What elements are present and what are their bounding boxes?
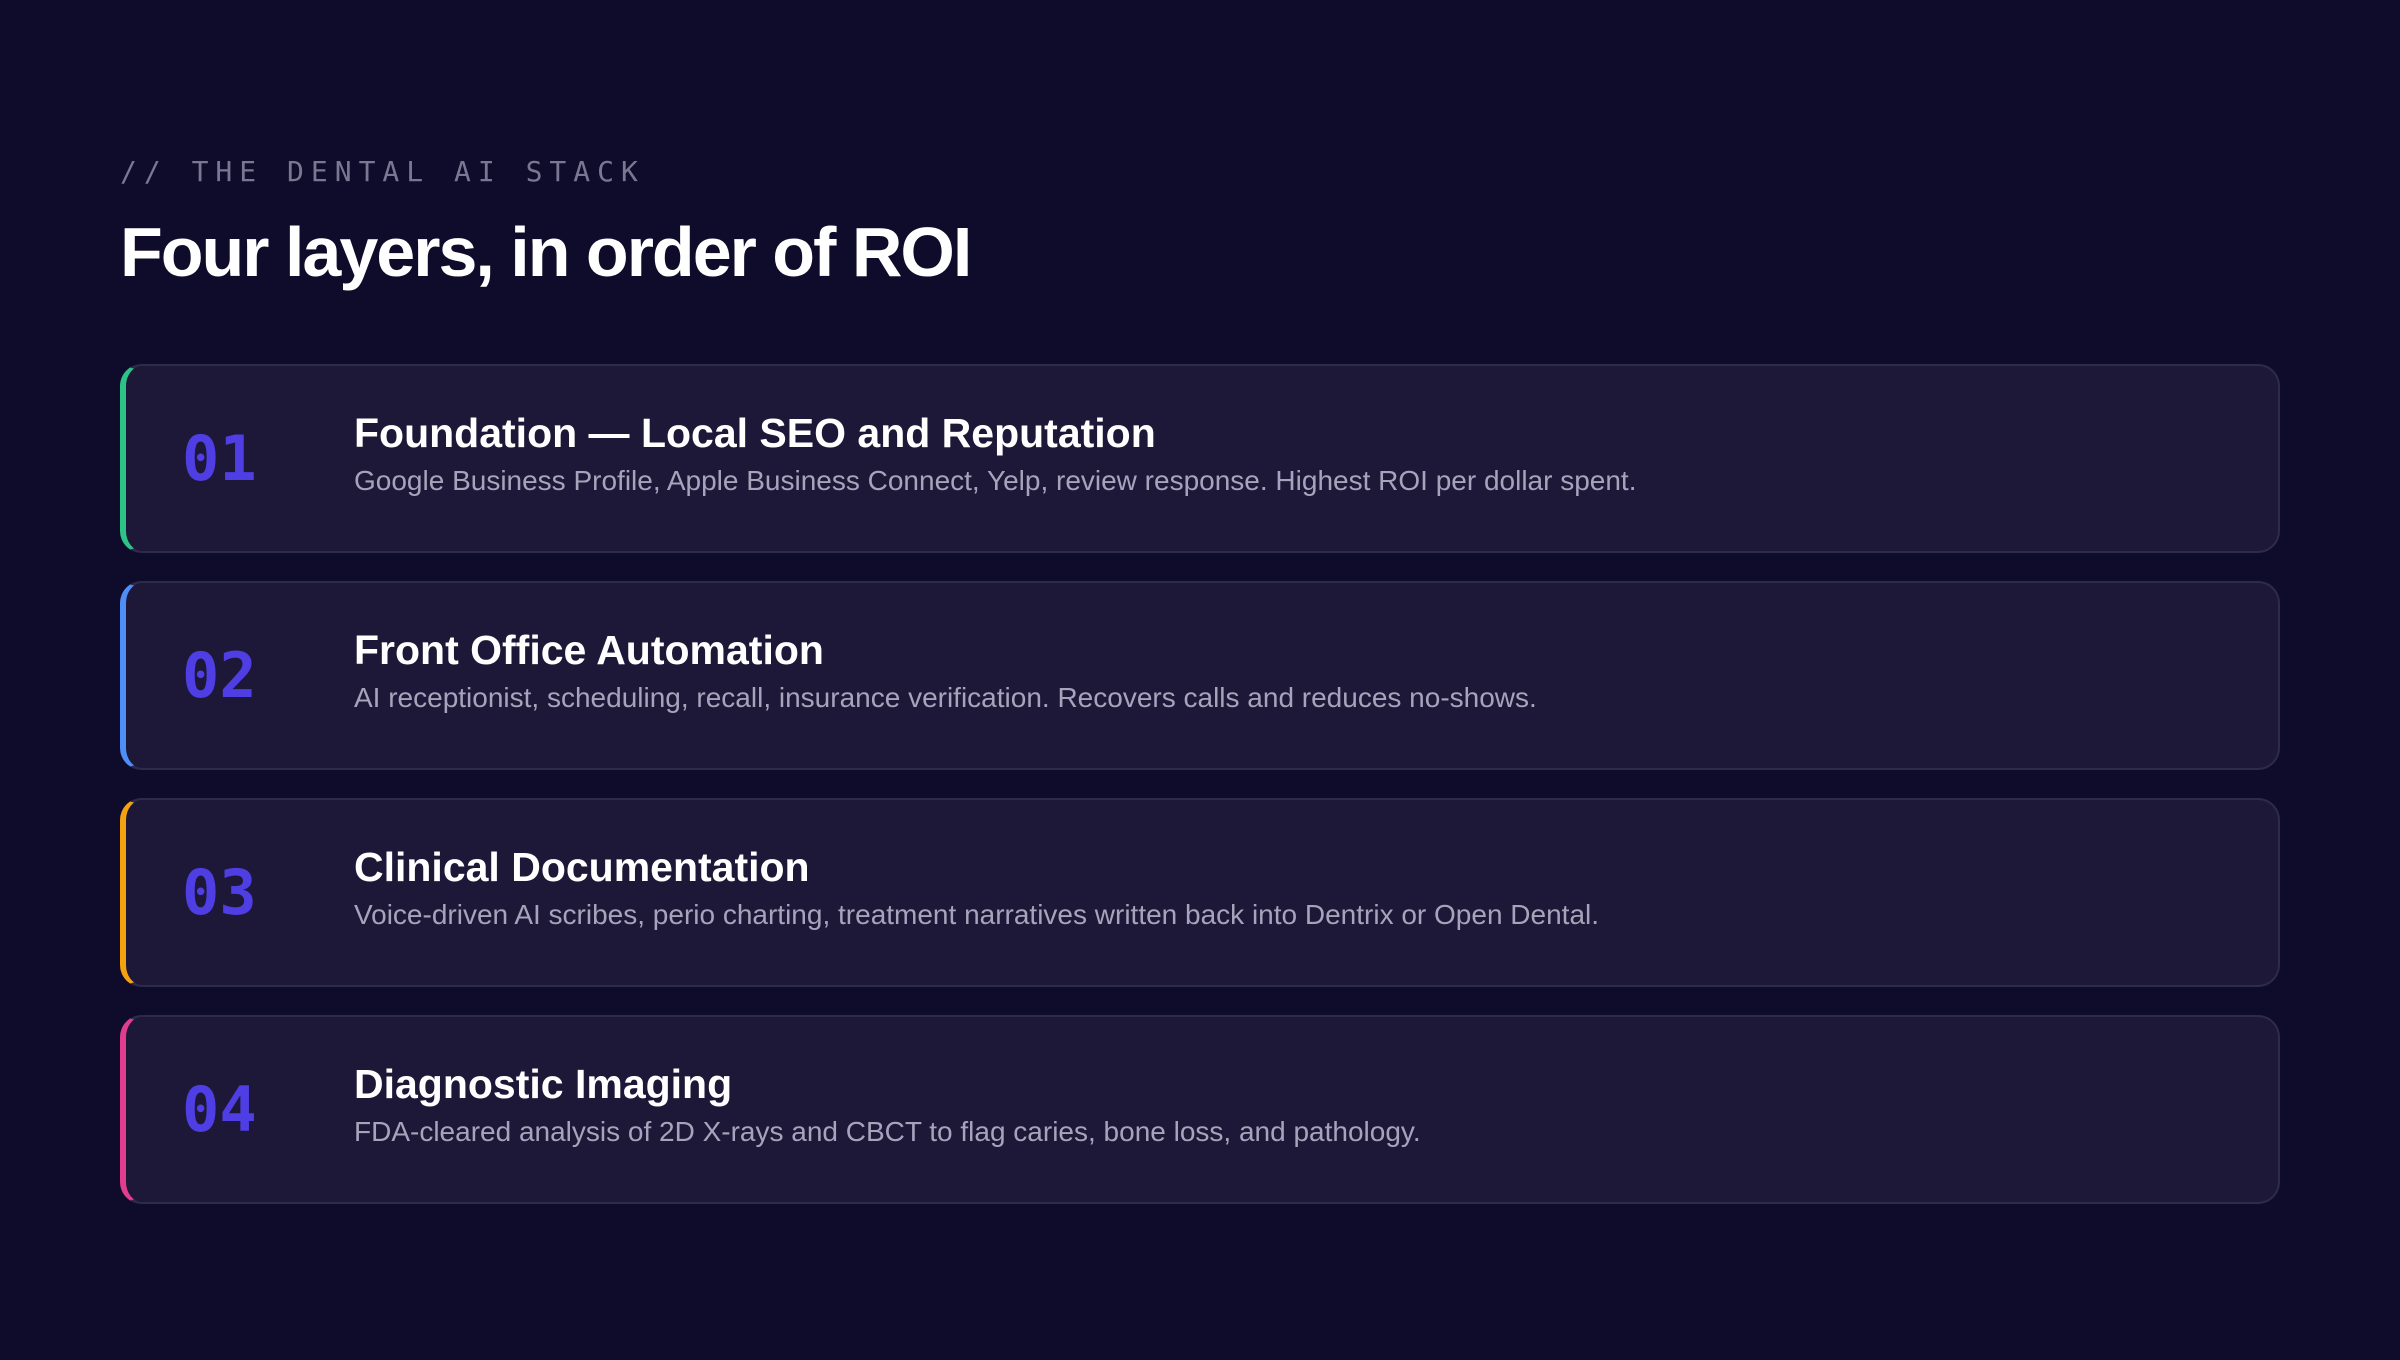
layer-title: Foundation — Local SEO and Reputation xyxy=(354,410,1156,456)
layer-number: 03 xyxy=(182,856,257,929)
layer-text: Foundation — Local SEO and Reputation Go… xyxy=(354,408,2218,500)
layer-card-foundation: 01 Foundation — Local SEO and Reputation… xyxy=(120,364,2280,553)
layer-card-diagnostic-imaging: 04 Diagnostic Imaging FDA-cleared analys… xyxy=(120,1015,2280,1204)
page-title: Four layers, in order of ROI xyxy=(120,213,972,291)
layer-number: 04 xyxy=(182,1073,257,1146)
layer-description: FDA-cleared analysis of 2D X-rays and CB… xyxy=(354,1116,1421,1147)
layer-list: 01 Foundation — Local SEO and Reputation… xyxy=(120,364,2280,1232)
layer-title: Diagnostic Imaging xyxy=(354,1061,733,1107)
layer-text: Diagnostic Imaging FDA-cleared analysis … xyxy=(354,1059,2218,1151)
layer-description: Google Business Profile, Apple Business … xyxy=(354,465,1637,496)
layer-title: Front Office Automation xyxy=(354,627,824,673)
layer-text: Clinical Documentation Voice-driven AI s… xyxy=(354,842,2218,934)
layer-number: 01 xyxy=(182,422,257,495)
layer-text: Front Office Automation AI receptionist,… xyxy=(354,625,2218,717)
slide: // THE DENTAL AI STACK Four layers, in o… xyxy=(120,0,2280,1360)
layer-description: AI receptionist, scheduling, recall, ins… xyxy=(354,682,1537,713)
layer-card-front-office: 02 Front Office Automation AI receptioni… xyxy=(120,581,2280,770)
layer-title: Clinical Documentation xyxy=(354,844,810,890)
layer-description: Voice-driven AI scribes, perio charting,… xyxy=(354,899,1600,930)
eyebrow-label: // THE DENTAL AI STACK xyxy=(120,155,645,188)
layer-card-clinical-documentation: 03 Clinical Documentation Voice-driven A… xyxy=(120,798,2280,987)
layer-number: 02 xyxy=(182,639,257,712)
